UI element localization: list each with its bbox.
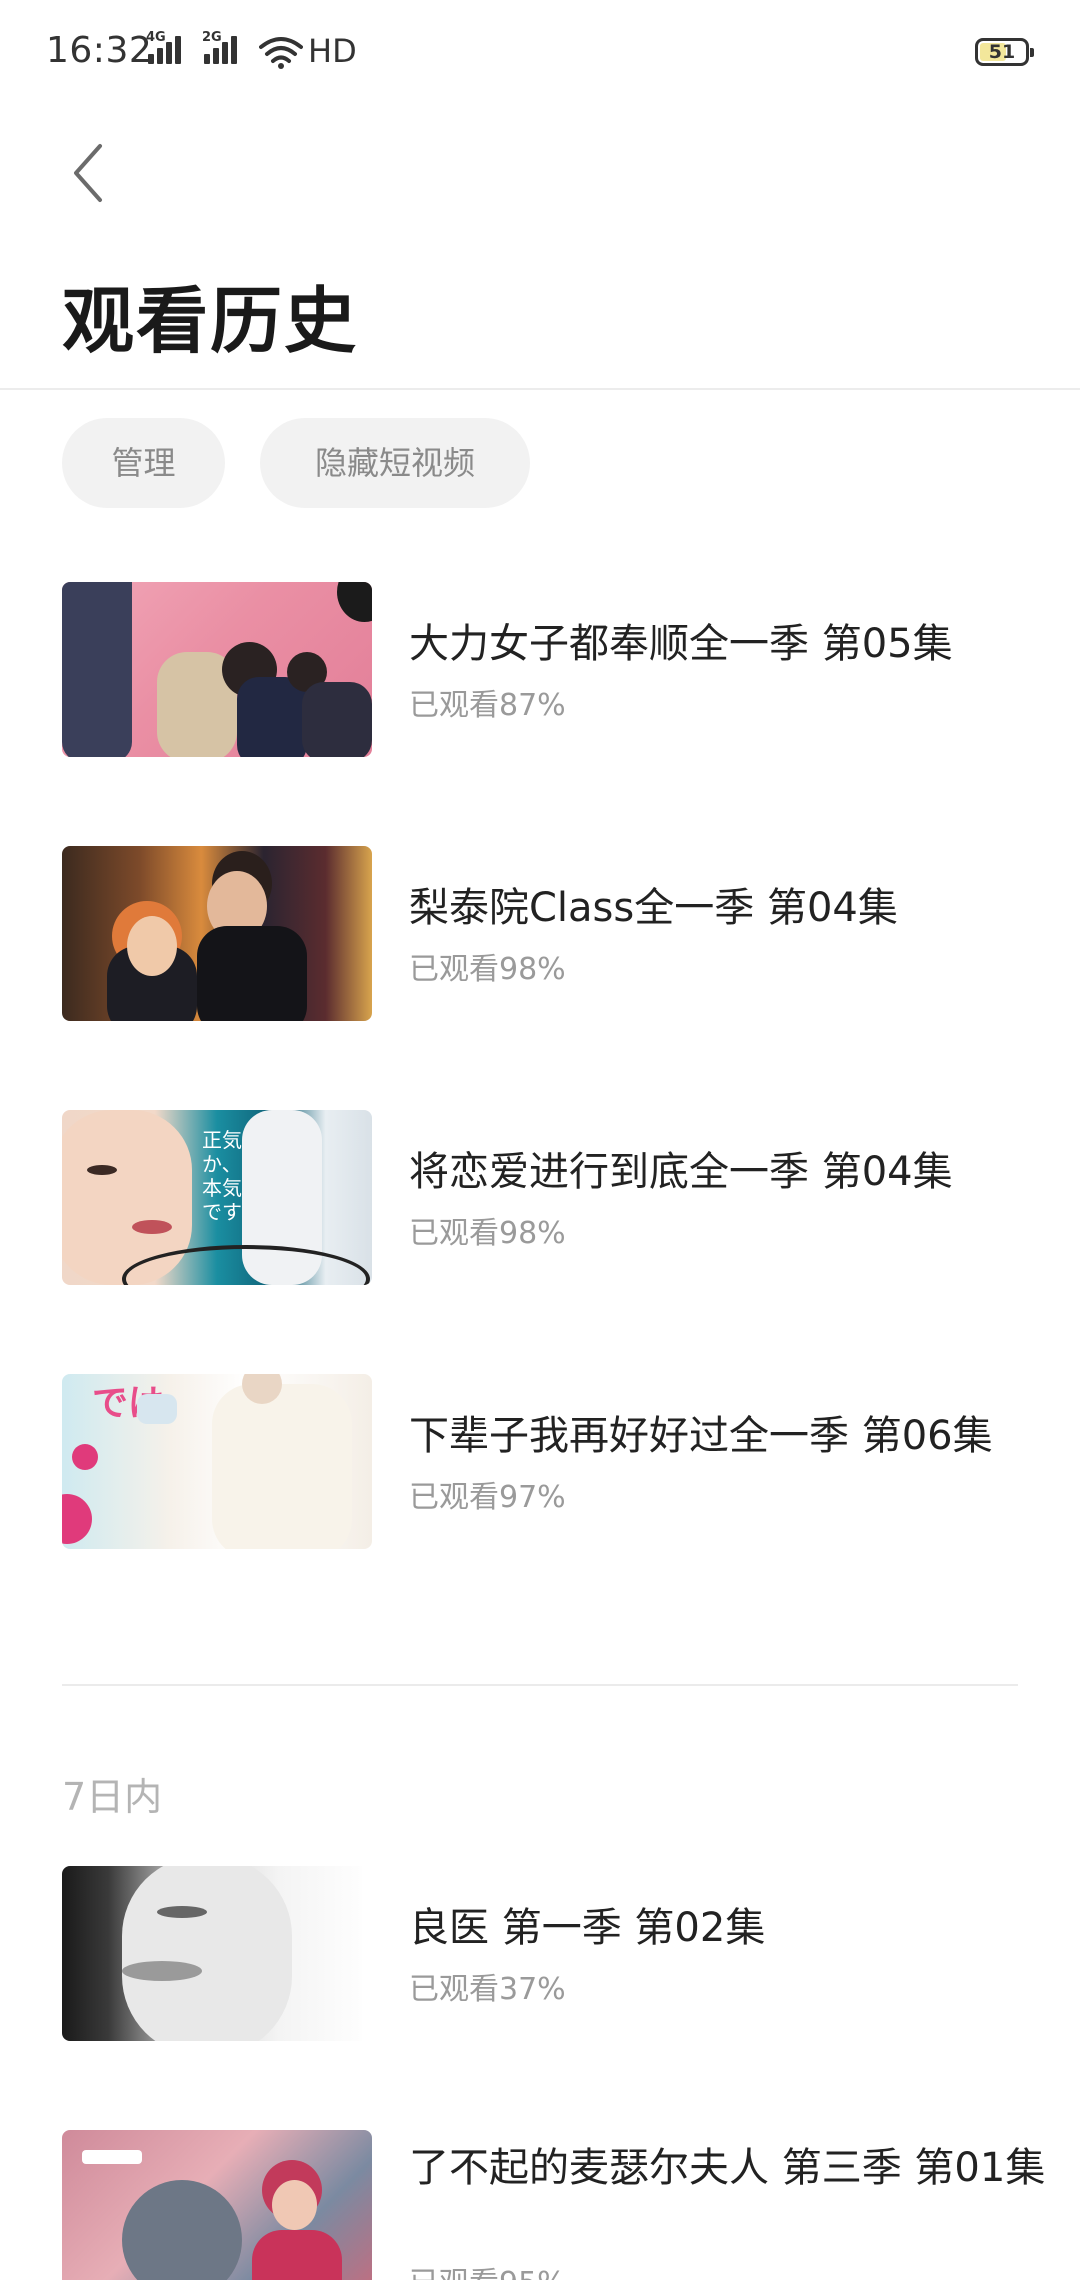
video-thumbnail[interactable] <box>62 1866 372 2041</box>
history-item[interactable]: 梨泰院Class全一季 第04集 已观看98% <box>62 846 1022 1021</box>
battery-level: 51 <box>988 41 1016 63</box>
hd-indicator: HD <box>308 32 357 70</box>
manage-button[interactable]: 管理 <box>62 418 225 508</box>
watch-history-page: 16:32 4G 2G HD 51 观看历史 管理 隐藏短视频 大力女子都奉顺全… <box>0 0 1080 2280</box>
video-title: 良医 第一季 第02集 <box>409 1905 766 1951</box>
signal-4g-label: 4G <box>146 30 166 45</box>
video-thumbnail[interactable] <box>62 2130 372 2280</box>
section-divider <box>62 1684 1018 1686</box>
watch-progress: 已观看95% <box>409 2258 566 2280</box>
watch-progress: 已观看87% <box>409 688 566 723</box>
thumbnail-caption: 正気か、 <box>202 1128 242 1176</box>
thumbnail-caption: 本気です <box>202 1176 242 1224</box>
signal-2g-icon: 2G <box>202 30 244 64</box>
chevron-left-icon <box>74 144 102 202</box>
history-item[interactable]: 良医 第一季 第02集 已观看37% <box>62 1866 1022 2041</box>
history-item[interactable]: では 下辈子我再好好过全一季 第06集 已观看97% <box>62 1374 1022 1549</box>
video-thumbnail[interactable] <box>62 846 372 1021</box>
video-thumbnail[interactable] <box>62 582 372 757</box>
history-item[interactable]: 了不起的麦瑟尔夫人 第三季 第01集 已观看95% <box>62 2130 1045 2280</box>
history-item[interactable]: 正気か、 本気です 将恋爱进行到底全一季 第04集 已观看98% <box>62 1110 1022 1285</box>
status-time: 16:32 <box>46 30 153 71</box>
video-thumbnail[interactable]: 正気か、 本気です <box>62 1110 372 1285</box>
signal-2g-label: 2G <box>202 30 222 45</box>
watch-progress: 已观看98% <box>409 952 566 987</box>
video-title: 下辈子我再好好过全一季 第06集 <box>409 1413 993 1459</box>
page-title: 观看历史 <box>62 279 359 363</box>
watch-progress: 已观看98% <box>409 1216 566 1251</box>
signal-4g-icon: 4G <box>146 30 188 64</box>
video-title: 将恋爱进行到底全一季 第04集 <box>409 1149 953 1195</box>
video-title: 梨泰院Class全一季 第04集 <box>409 885 898 931</box>
wifi-icon <box>259 37 303 69</box>
section-label: 7日内 <box>62 1775 163 1819</box>
hide-short-videos-button[interactable]: 隐藏短视频 <box>260 418 530 508</box>
watch-progress: 已观看97% <box>409 1480 566 1515</box>
video-title: 大力女子都奉顺全一季 第05集 <box>409 621 953 667</box>
video-title: 了不起的麦瑟尔夫人 第三季 第01集 <box>409 2145 1046 2191</box>
video-thumbnail[interactable]: では <box>62 1374 372 1549</box>
watch-progress: 已观看37% <box>409 1972 566 2007</box>
history-item[interactable]: 大力女子都奉顺全一季 第05集 已观看87% <box>62 582 1022 757</box>
battery-icon: 51 <box>975 38 1034 66</box>
back-button[interactable] <box>62 138 122 208</box>
status-bar: 16:32 4G 2G HD 51 <box>0 0 1080 108</box>
header-divider <box>0 388 1080 390</box>
